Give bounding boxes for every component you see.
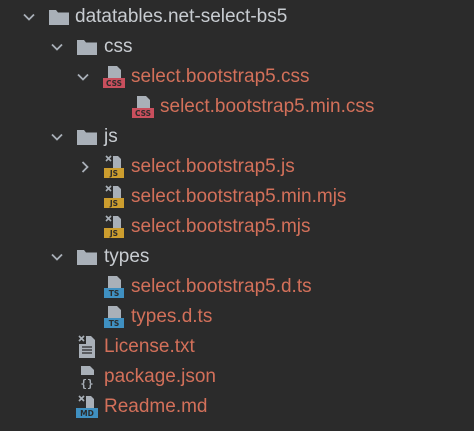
tree-row-js-folder[interactable]: js bbox=[0, 122, 474, 152]
tree-item-label: package.json bbox=[104, 366, 216, 387]
js-file-icon: JS bbox=[102, 155, 126, 179]
js-file-icon: JS bbox=[102, 215, 126, 239]
folder-icon bbox=[75, 245, 99, 269]
tree-row-css-file[interactable]: CSS select.bootstrap5.css bbox=[0, 62, 474, 92]
svg-text:MD: MD bbox=[80, 409, 94, 418]
tree-item-label: js bbox=[104, 126, 118, 147]
tree-row-js-mjs-file[interactable]: JS select.bootstrap5.mjs bbox=[0, 212, 474, 242]
tree-row-js-min-mjs-file[interactable]: JS select.bootstrap5.min.mjs bbox=[0, 182, 474, 212]
tree-row-js-file[interactable]: JS select.bootstrap5.js bbox=[0, 152, 474, 182]
svg-text:JS: JS bbox=[109, 199, 118, 208]
tree-item-label: Readme.md bbox=[104, 396, 208, 417]
tree-row-root-folder[interactable]: datatables.net-select-bs5 bbox=[0, 2, 474, 32]
tree-row-readme-file[interactable]: MD Readme.md bbox=[0, 392, 474, 422]
chevron-down-icon[interactable] bbox=[76, 70, 90, 84]
tree-row-types-dts-file[interactable]: TS types.d.ts bbox=[0, 302, 474, 332]
chevron-right-icon[interactable] bbox=[78, 160, 92, 174]
folder-icon bbox=[75, 35, 99, 59]
ts-file-icon: TS bbox=[102, 305, 126, 329]
tree-item-label: types.d.ts bbox=[131, 306, 213, 327]
tree-item-label: select.bootstrap5.d.ts bbox=[131, 276, 312, 297]
tree-item-label: License.txt bbox=[104, 336, 195, 357]
tree-item-label: select.bootstrap5.min.mjs bbox=[131, 186, 347, 207]
svg-text:CSS: CSS bbox=[135, 109, 151, 118]
svg-text:TS: TS bbox=[109, 289, 120, 298]
js-file-icon: JS bbox=[102, 185, 126, 209]
chevron-down-icon[interactable] bbox=[50, 130, 64, 144]
tree-row-license-file[interactable]: License.txt bbox=[0, 332, 474, 362]
tree-item-label: select.bootstrap5.min.css bbox=[160, 96, 375, 117]
svg-text:JS: JS bbox=[109, 169, 118, 178]
tree-item-label: select.bootstrap5.mjs bbox=[131, 216, 311, 237]
svg-text:CSS: CSS bbox=[106, 79, 122, 88]
folder-icon bbox=[75, 125, 99, 149]
tree-item-label: select.bootstrap5.css bbox=[131, 66, 310, 87]
tree-item-label: types bbox=[104, 246, 150, 267]
tree-row-css-folder[interactable]: css bbox=[0, 32, 474, 62]
project-file-tree: datatables.net-select-bs5 css CSS select… bbox=[0, 0, 474, 431]
svg-text:TS: TS bbox=[109, 319, 120, 328]
tree-row-types-folder[interactable]: types bbox=[0, 242, 474, 272]
chevron-down-icon[interactable] bbox=[50, 40, 64, 54]
tree-item-label: select.bootstrap5.js bbox=[131, 156, 295, 177]
svg-text:JS: JS bbox=[109, 229, 118, 238]
tree-row-dts-file[interactable]: TS select.bootstrap5.d.ts bbox=[0, 272, 474, 302]
chevron-down-icon[interactable] bbox=[50, 250, 64, 264]
folder-icon bbox=[47, 5, 71, 29]
tree-row-package-file[interactable]: {} package.json bbox=[0, 362, 474, 392]
css-file-icon: CSS bbox=[131, 95, 155, 119]
tree-item-label: css bbox=[104, 36, 133, 57]
markdown-file-icon: MD bbox=[75, 395, 99, 419]
ts-file-icon: TS bbox=[102, 275, 126, 299]
css-file-icon: CSS bbox=[102, 65, 126, 89]
svg-text:{}: {} bbox=[80, 377, 93, 389]
chevron-down-icon[interactable] bbox=[22, 10, 36, 24]
tree-row-css-min-file[interactable]: CSS select.bootstrap5.min.css bbox=[0, 92, 474, 122]
tree-item-label: datatables.net-select-bs5 bbox=[75, 6, 288, 27]
json-file-icon: {} bbox=[75, 365, 99, 389]
text-file-icon bbox=[75, 335, 99, 359]
